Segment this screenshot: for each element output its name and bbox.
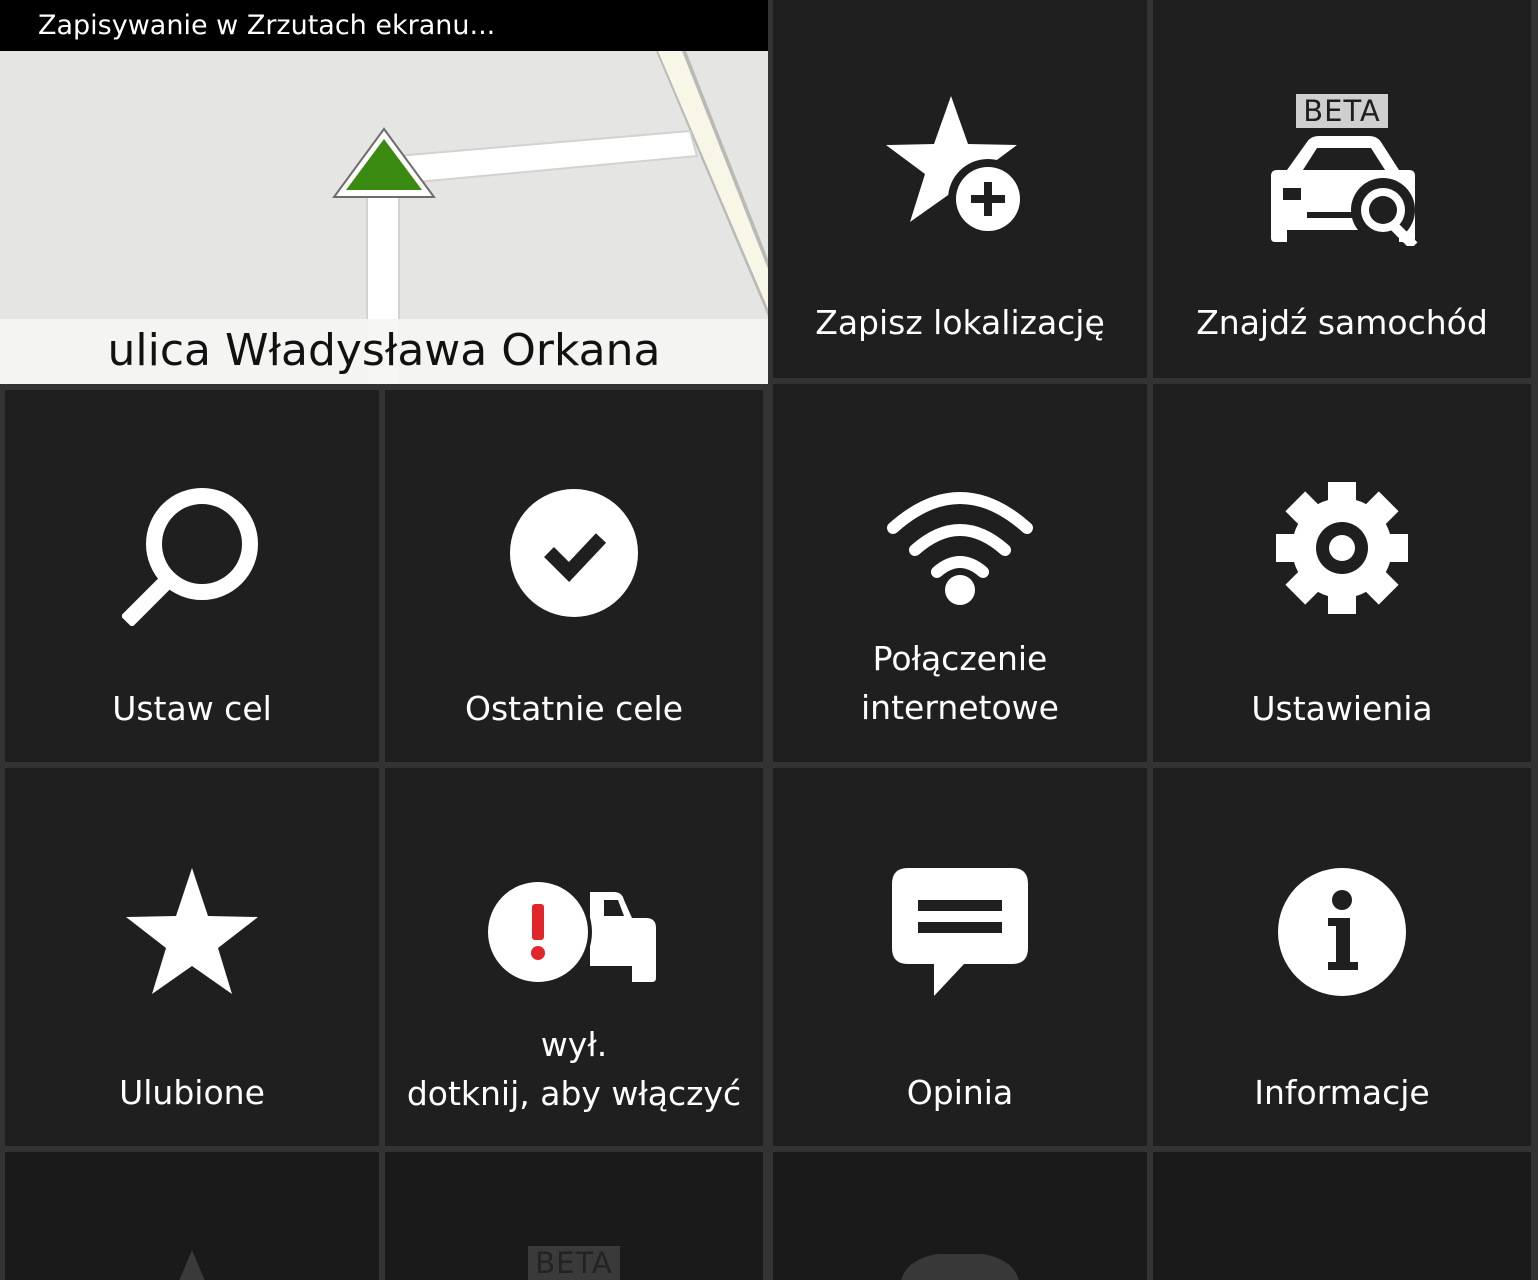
star-icon	[5, 866, 379, 996]
beta-badge-partial: BETA	[528, 1246, 620, 1280]
partial-tile-3[interactable]	[773, 1152, 1147, 1280]
favorites-label: Ulubione	[119, 1073, 265, 1112]
internet-connection-tile[interactable]: Połączenie internetowe	[773, 384, 1147, 762]
partial-tile-2[interactable]: BETA	[385, 1152, 763, 1280]
save-location-tile[interactable]: Zapisz lokalizację	[773, 0, 1147, 378]
triangle-icon	[5, 1248, 379, 1280]
settings-tile[interactable]: Ustawienia	[1153, 384, 1531, 762]
info-label: Informacje	[1254, 1073, 1430, 1112]
internet-connection-label-line2: internetowe	[861, 688, 1059, 727]
set-destination-tile[interactable]: Ustaw cel	[5, 390, 379, 762]
map-preview[interactable]: ulica Władysława Orkana	[0, 51, 768, 384]
info-tile[interactable]: Informacje	[1153, 768, 1531, 1146]
partial-tile-4[interactable]	[1153, 1152, 1531, 1280]
find-car-tile[interactable]: BETA Znajdź samochód	[1153, 0, 1531, 378]
info-icon	[1153, 866, 1531, 998]
search-icon	[5, 486, 379, 626]
nav-menu-screen: ulica Władysława Orkana Zapisywanie w Zr…	[0, 0, 1538, 1280]
chat-bubble-icon	[773, 866, 1147, 998]
feedback-tile[interactable]: Opinia	[773, 768, 1147, 1146]
settings-label: Ustawienia	[1251, 689, 1433, 728]
screenshot-toast: Zapisywanie w Zrzutach ekranu...	[0, 0, 768, 51]
traffic-alert-icon	[385, 880, 763, 986]
recent-destinations-label: Ostatnie cele	[464, 689, 684, 728]
star-plus-icon	[773, 94, 1147, 244]
partial-tile-1[interactable]	[5, 1152, 379, 1280]
wifi-icon	[773, 484, 1147, 614]
favorites-tile[interactable]: Ulubione	[5, 768, 379, 1146]
gear-icon	[1153, 480, 1531, 616]
beta-badge: BETA	[1296, 94, 1388, 128]
set-destination-label: Ustaw cel	[112, 689, 272, 728]
feedback-label: Opinia	[906, 1073, 1014, 1112]
traffic-alerts-hint: dotknij, aby włączyć	[406, 1074, 742, 1113]
traffic-alerts-tile[interactable]: wył. dotknij, aby włączyć	[385, 768, 763, 1146]
traffic-alerts-status: wył.	[540, 1025, 608, 1064]
internet-connection-label-line1: Połączenie	[872, 639, 1048, 678]
check-circle-icon	[385, 486, 763, 620]
find-car-label: Znajdź samochód	[1196, 303, 1488, 342]
street-name: ulica Władysława Orkana	[107, 325, 661, 376]
rounded-shape-icon	[773, 1250, 1147, 1280]
recent-destinations-tile[interactable]: Ostatnie cele	[385, 390, 763, 762]
car-search-icon	[1153, 134, 1531, 246]
save-location-label: Zapisz lokalizację	[815, 303, 1105, 342]
